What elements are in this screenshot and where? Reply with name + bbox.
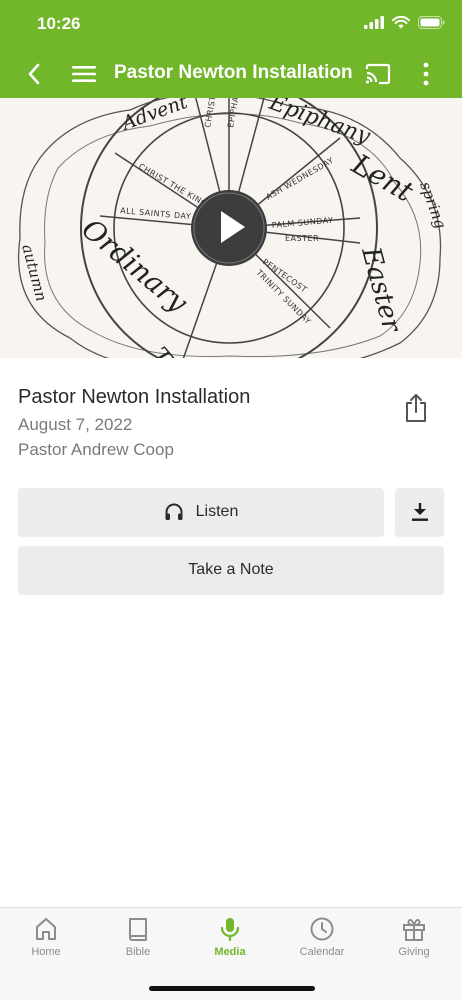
sermon-speaker: Pastor Andrew Coop	[18, 440, 174, 459]
label-epiphany: Epiphany	[265, 98, 374, 150]
back-chevron-icon	[28, 63, 40, 85]
status-icons	[364, 16, 445, 29]
book-icon	[129, 918, 147, 941]
sermon-date: August 7, 2022	[18, 415, 133, 434]
home-indicator	[149, 986, 315, 991]
label-easter-small: EASTER	[285, 234, 319, 243]
hamburger-menu-icon	[72, 66, 96, 82]
label-lent: Lent	[346, 147, 420, 209]
clock-icon	[310, 917, 334, 941]
tab-calendar[interactable]: Calendar	[276, 916, 368, 976]
tab-bible[interactable]: Bible	[92, 916, 184, 976]
wifi-icon	[392, 16, 410, 29]
battery-icon	[418, 16, 445, 29]
listen-button[interactable]: Listen	[18, 488, 384, 536]
page-title: Pastor Newton Installation	[114, 62, 353, 83]
label-ordinary-time-fragment: Ti	[145, 342, 182, 358]
play-icon	[221, 211, 245, 243]
cellular-signal-icon	[364, 16, 384, 29]
take-a-note-label: Take a Note	[188, 561, 274, 578]
app-bar: Pastor Newton Installation	[0, 50, 462, 98]
microphone-icon	[220, 918, 240, 942]
tab-home-label: Home	[31, 946, 61, 958]
status-time: 10:26	[37, 14, 81, 33]
status-bar: 10:26	[0, 0, 462, 50]
share-button[interactable]	[400, 390, 432, 426]
share-icon	[406, 394, 426, 422]
tab-giving[interactable]: Giving	[368, 916, 460, 976]
back-button[interactable]	[20, 50, 48, 98]
more-vertical-icon	[423, 62, 429, 86]
sermon-artwork: Advent Epiphany Lent Easter Ordinary Ti …	[0, 98, 462, 358]
home-icon	[36, 918, 56, 940]
cast-button[interactable]	[362, 50, 394, 98]
tab-home[interactable]: Home	[0, 916, 92, 976]
menu-button[interactable]	[68, 50, 100, 98]
sermon-title: Pastor Newton Installation	[18, 386, 251, 408]
label-palm-sunday: PALM SUNDAY	[271, 216, 333, 230]
tab-media[interactable]: Media	[184, 916, 276, 976]
label-ash-wednesday: ASH WEDNESDAY	[265, 156, 336, 202]
tab-giving-label: Giving	[398, 946, 430, 958]
more-options-button[interactable]	[416, 50, 436, 98]
play-button[interactable]	[189, 187, 269, 267]
tab-media-label: Media	[214, 946, 246, 958]
download-button[interactable]	[395, 488, 444, 536]
listen-label: Listen	[195, 503, 239, 520]
tab-calendar-label: Calendar	[299, 946, 345, 958]
headphones-icon	[165, 503, 183, 520]
label-spring: spring	[416, 179, 450, 231]
cast-icon	[365, 63, 391, 85]
download-icon	[411, 503, 428, 521]
label-ordinary: Ordinary	[76, 212, 196, 320]
label-autumn: autumn	[18, 242, 50, 303]
tab-bible-label: Bible	[125, 946, 151, 958]
take-a-note-button[interactable]: Take a Note	[18, 546, 444, 594]
gift-icon	[403, 919, 425, 941]
label-advent: Advent	[117, 98, 190, 135]
